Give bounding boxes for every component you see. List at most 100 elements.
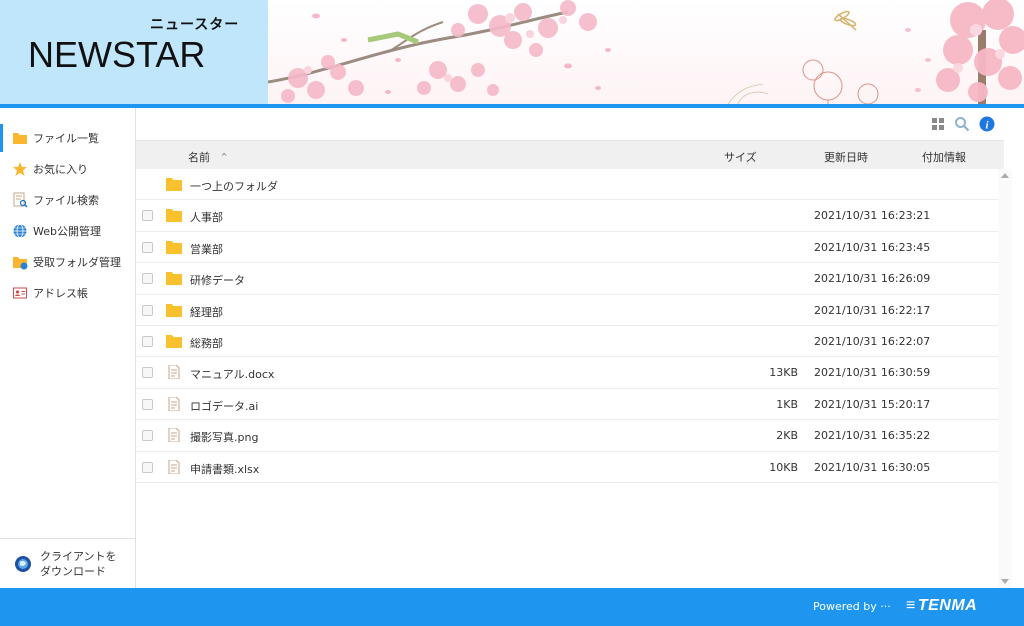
document-icon: [168, 365, 180, 380]
logo-text: NEWSTAR: [28, 34, 206, 75]
column-header-extra[interactable]: 付加情報: [922, 149, 966, 165]
parent-folder-row[interactable]: 一つ上のフォルダ: [136, 169, 998, 201]
document-icon: [168, 428, 180, 443]
sidebar-item-label: お気に入り: [33, 163, 88, 176]
file-name: 一つ上のフォルダ: [190, 180, 278, 193]
sakura-illustration: [268, 0, 1024, 104]
folder-icon: [166, 178, 182, 191]
table-row[interactable]: 撮影写真.png 2KB 2021/10/31 16:35:22: [136, 420, 998, 452]
folder-icon: [166, 240, 182, 254]
column-name-label: 名前: [188, 151, 210, 164]
table-row[interactable]: 経理部 2021/10/31 16:22:17: [136, 295, 998, 326]
table-row[interactable]: 営業部 2021/10/31 16:23:45: [136, 232, 998, 264]
sidebar-item-web-publish[interactable]: Web公開管理: [0, 217, 135, 245]
file-search-icon: [13, 192, 28, 208]
column-header-name[interactable]: 名前 ⌃: [188, 149, 229, 165]
file-name[interactable]: 人事部: [190, 209, 223, 225]
row-checkbox[interactable]: [142, 335, 153, 347]
scroll-up-icon[interactable]: [1001, 173, 1009, 178]
toolbar: i: [136, 108, 1024, 140]
star-icon: [13, 162, 27, 176]
table-row[interactable]: 総務部 2021/10/31 16:22:07: [136, 326, 998, 358]
sidebar-item-file-search[interactable]: ファイル検索: [0, 186, 135, 214]
file-modified: 2021/10/31 16:23:21: [814, 209, 931, 223]
header: ニュースター NEWSTAR: [0, 0, 1024, 104]
file-name[interactable]: 研修データ: [190, 272, 245, 288]
row-checkbox[interactable]: [142, 430, 153, 442]
download-client-button[interactable]: クライアントを ダウンロード: [0, 538, 135, 588]
logo[interactable]: ニュースター NEWSTAR: [0, 0, 268, 104]
sort-ascending-icon: ⌃: [219, 151, 229, 164]
table-row[interactable]: ロゴデータ.ai 1KB 2021/10/31 15:20:17: [136, 389, 998, 421]
file-name[interactable]: 経理部: [190, 304, 223, 320]
file-name[interactable]: ロゴデータ.ai: [190, 398, 258, 414]
sakura-banner-image: [268, 0, 1024, 104]
file-table-header: 名前 ⌃ サイズ 更新日時 付加情報: [136, 140, 1004, 169]
folder-icon: [166, 303, 182, 317]
file-size: 1KB: [776, 397, 798, 411]
scroll-down-icon[interactable]: [1001, 579, 1009, 584]
file-modified: 2021/10/31 16:22:17: [814, 303, 931, 317]
folder-icon: [166, 272, 182, 286]
sidebar-item-file-list[interactable]: ファイル一覧: [0, 124, 135, 152]
client-globe-icon: [15, 555, 31, 572]
sidebar: ファイル一覧 お気に入り ファイル検索 Web公開管理 受取フォルダ管理 アドレ…: [0, 108, 136, 588]
row-checkbox[interactable]: [142, 273, 153, 285]
sidebar-item-label: ファイル検索: [33, 194, 99, 207]
file-modified: 2021/10/31 16:22:07: [814, 334, 931, 348]
file-name[interactable]: 申請書類.xlsx: [190, 461, 259, 477]
dragonfly: [834, 10, 857, 31]
sidebar-item-label: Web公開管理: [33, 225, 101, 238]
row-checkbox[interactable]: [142, 461, 153, 473]
info-icon[interactable]: i: [979, 116, 995, 132]
sidebar-item-address-book[interactable]: アドレス帳: [0, 279, 135, 307]
row-checkbox[interactable]: [142, 304, 153, 316]
file-modified: 2021/10/31 15:20:17: [814, 397, 931, 411]
table-row[interactable]: 研修データ 2021/10/31 16:26:09: [136, 263, 998, 295]
row-checkbox[interactable]: [142, 241, 153, 253]
table-row[interactable]: 人事部 2021/10/31 16:23:21: [136, 200, 998, 232]
document-icon: [168, 459, 180, 474]
sidebar-item-receive-folder[interactable]: 受取フォルダ管理: [0, 248, 135, 276]
column-header-size[interactable]: サイズ: [724, 149, 757, 165]
grid-view-icon[interactable]: [930, 116, 946, 132]
footer: Powered by ··· ≡ TENMA: [0, 588, 1024, 626]
column-header-modified[interactable]: 更新日時: [824, 149, 868, 165]
tenma-logo-text: TENMA: [917, 597, 978, 614]
search-icon[interactable]: [954, 116, 970, 132]
file-size: 2KB: [776, 429, 798, 443]
document-icon: [168, 396, 180, 411]
file-modified: 2021/10/31 16:23:45: [814, 240, 931, 254]
file-modified: 2021/10/31 16:30:59: [814, 366, 931, 380]
file-name[interactable]: 総務部: [190, 335, 223, 351]
folder-icon: [166, 334, 182, 348]
file-list-panel: i 名前 ⌃ サイズ 更新日時 付加情報 一つ上のフォルダ 人事部 2021/1…: [136, 108, 1024, 588]
row-checkbox[interactable]: [142, 210, 153, 222]
folder-icon: [166, 209, 182, 223]
file-modified: 2021/10/31 16:26:09: [814, 272, 931, 286]
tenma-logo-mark: ≡: [906, 597, 916, 614]
download-label-line1: クライアントを: [40, 549, 117, 563]
file-table-body: 一つ上のフォルダ 人事部 2021/10/31 16:23:21 営業部 202…: [136, 169, 998, 483]
file-name[interactable]: 撮影写真.png: [190, 429, 258, 445]
row-checkbox[interactable]: [142, 367, 153, 379]
table-row[interactable]: 申請書類.xlsx 10KB 2021/10/31 16:30:05: [136, 452, 998, 483]
powered-by-label: Powered by ···: [813, 600, 891, 613]
folder-icon: [13, 133, 27, 144]
sidebar-item-favorites[interactable]: お気に入り: [0, 155, 135, 183]
address-book-icon: [13, 287, 27, 299]
table-row[interactable]: マニュアル.docx 13KB 2021/10/31 16:30:59: [136, 357, 998, 389]
file-name[interactable]: 営業部: [190, 241, 223, 257]
file-size: 10KB: [769, 460, 798, 474]
globe-icon: [13, 224, 27, 238]
row-checkbox[interactable]: [142, 398, 153, 410]
tenma-logo[interactable]: ≡ TENMA: [906, 597, 977, 615]
file-size: 13KB: [769, 366, 798, 380]
download-label-line2: ダウンロード: [40, 564, 106, 578]
file-modified: 2021/10/31 16:30:05: [814, 460, 931, 474]
receive-folder-icon: [13, 257, 28, 270]
download-client-label: クライアントを ダウンロード: [40, 549, 117, 579]
vertical-scrollbar[interactable]: [998, 169, 1012, 588]
logo-kana: ニュースター: [150, 17, 240, 33]
file-name[interactable]: マニュアル.docx: [190, 366, 274, 382]
